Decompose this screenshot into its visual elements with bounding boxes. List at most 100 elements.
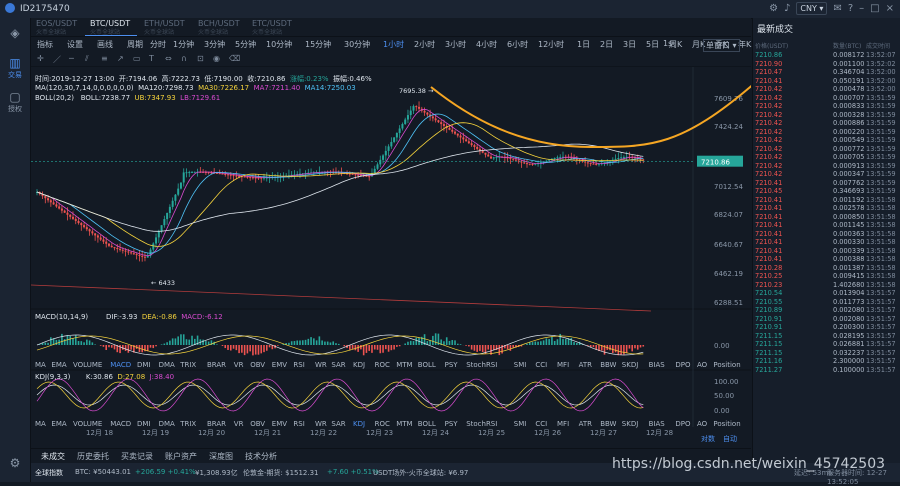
indicator-dmi[interactable]: DMI bbox=[137, 361, 151, 369]
indicator-cci[interactable]: CCI bbox=[535, 361, 547, 369]
tab-eos[interactable]: EOS/USDT火币全球站 bbox=[31, 18, 83, 36]
period-10[interactable]: 30分钟 bbox=[344, 39, 370, 50]
tab-bch[interactable]: BCH/USDT火币全球站 bbox=[193, 18, 245, 36]
period-19[interactable]: 3日 bbox=[623, 39, 636, 50]
period-7[interactable]: 5分钟 bbox=[235, 39, 256, 50]
rect-tool-icon[interactable]: ▭ bbox=[133, 54, 141, 63]
period-14[interactable]: 4小时 bbox=[476, 39, 497, 50]
indicator-skdj[interactable]: SKDJ bbox=[622, 420, 639, 428]
bell-icon[interactable]: ♪ bbox=[784, 3, 790, 15]
indicator-bias[interactable]: BIAS bbox=[649, 361, 665, 369]
period-17[interactable]: 1日 bbox=[577, 39, 590, 50]
auto-scale-toggle[interactable]: 自动 bbox=[723, 434, 737, 444]
magnet-icon[interactable]: ∩ bbox=[181, 54, 187, 63]
window-mode-select[interactable]: 单窗口 ▾ bbox=[703, 39, 740, 52]
bottom-tab-0[interactable]: 未成交 bbox=[41, 451, 65, 462]
period-24[interactable]: 年K bbox=[738, 39, 751, 50]
indicator-macd[interactable]: MACD bbox=[110, 420, 131, 428]
indicator-atr[interactable]: ATR bbox=[579, 361, 592, 369]
bottom-tab-5[interactable]: 技术分析 bbox=[245, 451, 277, 462]
tab-btc[interactable]: BTC/USDT火币全球站 bbox=[85, 18, 137, 36]
indicator-skdj[interactable]: SKDJ bbox=[622, 361, 639, 369]
indicator-sar[interactable]: SAR bbox=[331, 420, 345, 428]
indicator-vr[interactable]: VR bbox=[234, 420, 244, 428]
indicator-ema[interactable]: EMA bbox=[51, 420, 66, 428]
indicator-ema[interactable]: EMA bbox=[51, 361, 66, 369]
indicator-dpo[interactable]: DPO bbox=[675, 420, 690, 428]
help-icon[interactable]: ? bbox=[848, 3, 853, 15]
text-tool-icon[interactable]: T bbox=[149, 54, 154, 63]
indicator-boll[interactable]: BOLL bbox=[418, 361, 436, 369]
indicator-emv[interactable]: EMV bbox=[272, 420, 287, 428]
indicator-bias[interactable]: BIAS bbox=[649, 420, 665, 428]
indicator-volume[interactable]: VOLUME bbox=[73, 420, 102, 428]
period-11[interactable]: 1小时 bbox=[383, 39, 404, 50]
gear-icon[interactable]: ⚙ bbox=[769, 3, 778, 15]
period-13[interactable]: 3小时 bbox=[445, 39, 466, 50]
bottom-tab-1[interactable]: 历史委托 bbox=[77, 451, 109, 462]
hline-tool-icon[interactable]: ─ bbox=[69, 54, 74, 63]
nav-auth[interactable]: ▢授权 bbox=[0, 90, 30, 114]
period-4[interactable]: 分时 bbox=[150, 39, 166, 50]
indicator-ma[interactable]: MA bbox=[35, 361, 46, 369]
indicator-sar[interactable]: SAR bbox=[331, 361, 345, 369]
period-0[interactable]: 指标 bbox=[37, 39, 53, 50]
indicator-smi[interactable]: SMI bbox=[514, 361, 527, 369]
indicator-vr[interactable]: VR bbox=[234, 361, 244, 369]
indicator-dpo[interactable]: DPO bbox=[675, 361, 690, 369]
channel-tool-icon[interactable]: ⫽ bbox=[85, 54, 89, 64]
fib-tool-icon[interactable]: ≡ bbox=[101, 54, 108, 63]
close-icon[interactable]: × bbox=[886, 3, 894, 15]
indicator-obv[interactable]: OBV bbox=[250, 361, 265, 369]
indicator-wr[interactable]: WR bbox=[315, 361, 327, 369]
indicator-psy[interactable]: PSY bbox=[445, 420, 458, 428]
indicator-stochrsi[interactable]: StochRSI bbox=[466, 361, 497, 369]
indicator-bbw[interactable]: BBW bbox=[600, 420, 616, 428]
bottom-tab-2[interactable]: 买卖记录 bbox=[121, 451, 153, 462]
indicator-dma[interactable]: DMA bbox=[159, 420, 175, 428]
indicator-boll[interactable]: BOLL bbox=[418, 420, 436, 428]
lock-icon[interactable]: ⊡ bbox=[197, 54, 204, 63]
nav-trade[interactable]: ▥交易 bbox=[0, 56, 30, 80]
indicator-brar[interactable]: BRAR bbox=[207, 420, 226, 428]
bottom-tab-3[interactable]: 账户资产 bbox=[165, 451, 197, 462]
tab-eth[interactable]: ETH/USDT火币全球站 bbox=[139, 18, 191, 36]
indicator-brar[interactable]: BRAR bbox=[207, 361, 226, 369]
indicator-rsi[interactable]: RSI bbox=[293, 420, 304, 428]
indicator-position[interactable]: Position bbox=[713, 361, 740, 369]
settings-nav[interactable]: ⚙ bbox=[0, 456, 30, 470]
indicator-kdj[interactable]: KDJ bbox=[353, 420, 365, 428]
indicator-ao[interactable]: AO bbox=[697, 361, 707, 369]
arrow-tool-icon[interactable]: ↗ bbox=[117, 54, 124, 63]
bottom-tab-4[interactable]: 深度图 bbox=[209, 451, 233, 462]
indicator-roc[interactable]: ROC bbox=[375, 420, 390, 428]
refresh-1s[interactable]: 1s bbox=[663, 39, 672, 48]
period-3[interactable]: 周期 bbox=[127, 39, 143, 50]
indicator-smi[interactable]: SMI bbox=[514, 420, 527, 428]
indicator-mtm[interactable]: MTM bbox=[396, 361, 412, 369]
indicator-bbw[interactable]: BBW bbox=[600, 361, 616, 369]
trash-icon[interactable]: ⌫ bbox=[229, 54, 240, 63]
chart-area[interactable]: 7609.767424.247012.546824.076640.676462.… bbox=[31, 67, 751, 447]
indicator-rsi[interactable]: RSI bbox=[293, 361, 304, 369]
indicator-atr[interactable]: ATR bbox=[579, 420, 592, 428]
indicator-stochrsi[interactable]: StochRSI bbox=[466, 420, 497, 428]
indicator-trix[interactable]: TRIX bbox=[180, 420, 196, 428]
indicator-mfi[interactable]: MFI bbox=[557, 361, 569, 369]
kline-chart[interactable]: 7609.767424.247012.546824.076640.676462.… bbox=[31, 67, 751, 447]
eye-icon[interactable]: ◉ bbox=[213, 54, 220, 63]
indicator-emv[interactable]: EMV bbox=[272, 361, 287, 369]
indicator-macd[interactable]: MACD bbox=[110, 361, 131, 369]
crosshair-icon[interactable]: ✛ bbox=[37, 54, 44, 63]
indicator-roc[interactable]: ROC bbox=[375, 361, 390, 369]
indicator-kdj[interactable]: KDJ bbox=[353, 361, 365, 369]
indicator-cci[interactable]: CCI bbox=[535, 420, 547, 428]
indicator-mfi[interactable]: MFI bbox=[557, 420, 569, 428]
currency-select[interactable]: CNY ▾ bbox=[796, 2, 827, 15]
maximize-icon[interactable]: □ bbox=[870, 3, 879, 15]
tab-etc[interactable]: ETC/USDT火币全球站 bbox=[247, 18, 299, 36]
line-tool-icon[interactable]: ／ bbox=[53, 54, 61, 65]
indicator-ao[interactable]: AO bbox=[697, 420, 707, 428]
indicator-dma[interactable]: DMA bbox=[159, 361, 175, 369]
period-9[interactable]: 15分钟 bbox=[305, 39, 331, 50]
